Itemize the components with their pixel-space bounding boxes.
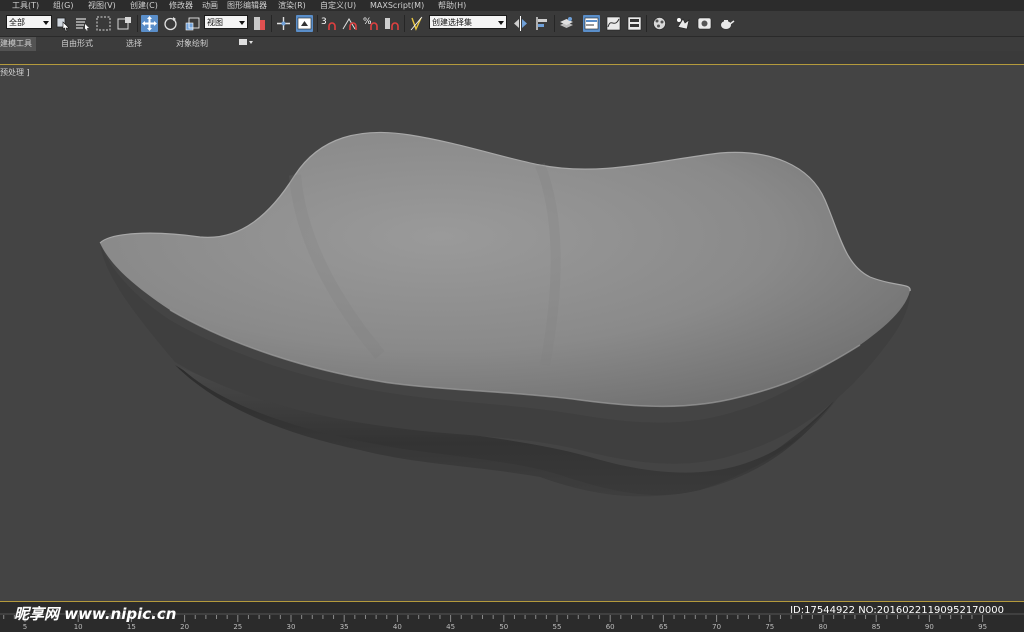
select-object-icon[interactable]: [55, 15, 72, 32]
reference-coordinate-dropdown[interactable]: 视图: [204, 15, 248, 29]
timeline-tick-label: 85: [871, 623, 881, 631]
mirror-icon[interactable]: [512, 15, 529, 32]
menu-modifiers[interactable]: 修改器: [169, 0, 193, 11]
timeline-tick-label: 40: [392, 623, 402, 631]
layer-manager-icon[interactable]: [558, 15, 575, 32]
ribbon-tabs: 建模工具 自由形式 选择 对象绘制: [0, 37, 1024, 51]
timeline-tick-label: 60: [605, 623, 615, 631]
select-by-name-icon[interactable]: [74, 15, 91, 32]
timeline-tick-label: 30: [286, 623, 296, 631]
timeline-tick-label: 75: [765, 623, 775, 631]
menu-bar: 工具(T) 组(G) 视图(V) 创建(C) 修改器 动画 图形编辑器 渲染(R…: [0, 0, 1024, 11]
timeline-tick-label: 55: [552, 623, 562, 631]
render-teapot-icon[interactable]: [718, 15, 735, 32]
menu-graph-editors[interactable]: 图形编辑器: [227, 0, 267, 11]
timeline-tick-label: 35: [339, 623, 349, 631]
timeline-tick-label: 5: [22, 623, 28, 631]
menu-group[interactable]: 组(G): [53, 0, 73, 11]
spinner-snap-icon[interactable]: [383, 15, 400, 32]
main-toolbar: 全部 视图 3 % 创建选择集: [0, 11, 1024, 37]
edit-named-selection-icon[interactable]: [408, 15, 425, 32]
svg-text:3: 3: [321, 17, 327, 27]
toolbar-separator: [137, 15, 138, 32]
select-manipulate-icon[interactable]: [275, 15, 292, 32]
menu-views[interactable]: 视图(V): [88, 0, 116, 11]
tab-modeling-tools[interactable]: 建模工具: [0, 37, 36, 51]
timeline-tick-label: 25: [233, 623, 243, 631]
align-icon[interactable]: [534, 15, 551, 32]
tab-freeform[interactable]: 自由形式: [61, 37, 93, 51]
timeline-tick-label: 90: [924, 623, 934, 631]
timeline-tick-label: 65: [658, 623, 668, 631]
tab-selection[interactable]: 选择: [126, 37, 142, 51]
toolbar-separator: [404, 15, 405, 32]
tab-object-paint[interactable]: 对象绘制: [176, 37, 208, 51]
watermark-id: ID:17544922 NO:20160221190952170000: [790, 605, 1004, 616]
toolbar-separator: [317, 15, 318, 32]
timeline-tick-label: 20: [180, 623, 190, 631]
selection-filter-value: 全部: [9, 18, 25, 27]
menu-tools[interactable]: 工具(T): [12, 0, 39, 11]
rectangular-selection-icon[interactable]: [95, 15, 112, 32]
menu-animation[interactable]: 动画: [202, 0, 218, 11]
move-icon[interactable]: [141, 15, 158, 32]
keyboard-shortcut-override-icon[interactable]: [296, 15, 313, 32]
pivot-center-icon[interactable]: [251, 15, 268, 32]
reference-coordinate-value: 视图: [207, 18, 223, 27]
rendered-frame-window-icon[interactable]: [696, 15, 713, 32]
menu-customize[interactable]: 自定义(U): [320, 0, 356, 11]
timeline-tick-label: 70: [712, 623, 722, 631]
timeline-tick-label: 45: [446, 623, 456, 631]
timeline-tick-label: 15: [126, 623, 136, 631]
scale-icon[interactable]: [184, 15, 201, 32]
menu-maxscript[interactable]: MAXScript(M): [370, 0, 424, 11]
chevron-down-icon: [498, 21, 504, 25]
named-selection-dropdown[interactable]: 创建选择集: [429, 15, 507, 29]
schematic-view-icon[interactable]: [626, 15, 643, 32]
material-editor-icon[interactable]: [651, 15, 668, 32]
ribbon-options-icon[interactable]: [238, 37, 254, 52]
selection-filter-dropdown[interactable]: 全部: [6, 15, 52, 29]
ribbon-panel: [0, 51, 1024, 64]
rotate-icon[interactable]: [162, 15, 179, 32]
menu-create[interactable]: 创建(C): [130, 0, 158, 11]
named-selection-value: 创建选择集: [432, 18, 472, 27]
chevron-down-icon: [239, 21, 245, 25]
angle-snap-icon[interactable]: [341, 15, 358, 32]
chevron-down-icon: [43, 21, 49, 25]
watermark-site: 昵享网 www.nipic.cn: [14, 605, 177, 623]
menu-help[interactable]: 帮助(H): [438, 0, 466, 11]
toolbar-separator: [271, 15, 272, 32]
timeline-tick-label: 50: [499, 623, 509, 631]
snaps-toggle-icon[interactable]: 3: [320, 15, 337, 32]
percent-snap-icon[interactable]: %: [362, 15, 379, 32]
scene-explorer-icon[interactable]: [583, 15, 600, 32]
toolbar-separator: [554, 15, 555, 32]
viewport-active-border: [0, 64, 1024, 601]
timeline-tick-label: 10: [73, 623, 83, 631]
toolbar-separator: [646, 15, 647, 32]
curve-editor-icon[interactable]: [605, 15, 622, 32]
menu-rendering[interactable]: 渲染(R): [278, 0, 306, 11]
render-setup-icon[interactable]: [675, 15, 692, 32]
timeline-tick-label: 95: [978, 623, 988, 631]
window-crossing-icon[interactable]: [116, 15, 133, 32]
timeline-tick-label: 80: [818, 623, 828, 631]
